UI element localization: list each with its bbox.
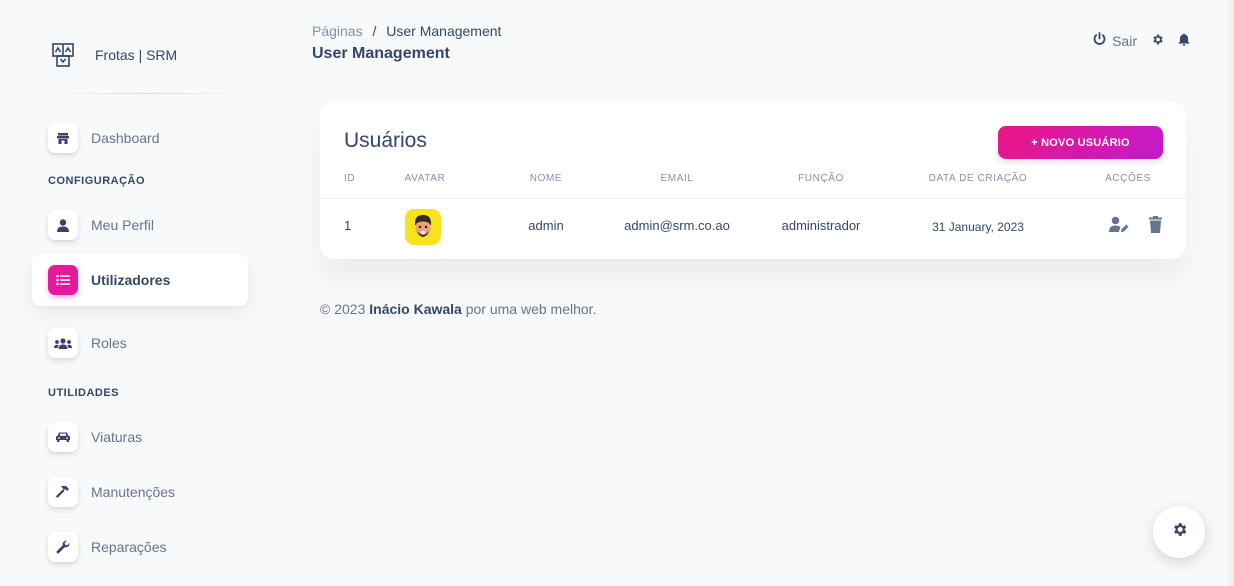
sidebar-divider (48, 93, 248, 94)
sidebar-item-label: Reparações (91, 539, 167, 555)
sidebar-item-reparacoes[interactable]: Reparações (32, 521, 248, 573)
sidebar: Frotas | SRM Dashboard CONFIGURAÇÃO Meu … (0, 0, 260, 586)
store-icon (48, 123, 78, 153)
cell-email: admin@srm.co.ao (624, 218, 730, 233)
scrollbar[interactable] (1228, 0, 1234, 586)
hammer-icon (48, 477, 78, 507)
edit-user-icon[interactable] (1109, 216, 1129, 238)
column-header-accoes: ACÇÕES (1105, 173, 1151, 184)
list-icon (48, 265, 78, 295)
sidebar-item-label: Viaturas (91, 429, 143, 445)
column-header-email: EMAIL (660, 173, 694, 184)
gear-icon[interactable] (1151, 33, 1164, 49)
brand-logo-icon (48, 40, 78, 70)
card-title: Usuários (344, 129, 427, 152)
footer: © 2023 Inácio Kawala por uma web melhor. (320, 301, 596, 317)
car-icon (48, 422, 78, 452)
column-header-id: ID (344, 173, 356, 184)
column-header-data-criacao: DATA DE CRIAÇÃO (928, 173, 1028, 184)
breadcrumb-current: User Management (386, 23, 502, 39)
logout-button[interactable]: Sair (1093, 32, 1137, 49)
sidebar-item-label: Dashboard (91, 130, 160, 146)
user-icon (48, 210, 78, 240)
column-header-nome: NOME (529, 173, 563, 184)
breadcrumb-separator: / (372, 23, 377, 39)
logout-label: Sair (1112, 32, 1137, 49)
cell-nome: admin (528, 218, 564, 233)
page-title: User Management (312, 45, 450, 62)
cell-id: 1 (344, 218, 352, 233)
power-icon (1093, 32, 1106, 49)
sidebar-item-utilizadores[interactable]: Utilizadores (32, 254, 248, 306)
brand[interactable]: Frotas | SRM (48, 40, 177, 70)
bell-icon[interactable] (1178, 33, 1190, 49)
avatar (405, 209, 441, 245)
wrench-icon (48, 532, 78, 562)
column-header-funcao: FUNÇÃO (798, 173, 844, 184)
breadcrumb-root-link[interactable]: Páginas (312, 23, 363, 39)
settings-fab-button[interactable] (1153, 506, 1205, 558)
users-icon (48, 328, 78, 358)
cell-data-criacao: 31 January, 2023 (932, 220, 1024, 234)
table-header-divider (320, 198, 1186, 199)
sidebar-item-roles[interactable]: Roles (32, 317, 248, 369)
brand-name: Frotas | SRM (95, 47, 178, 63)
footer-prefix: © 2023 (320, 301, 370, 317)
column-header-avatar: AVATAR (404, 173, 446, 184)
sidebar-item-label: Utilizadores (91, 272, 171, 288)
new-user-button[interactable]: + NOVO USUÁRIO (998, 126, 1163, 159)
sidebar-item-manutencoes[interactable]: Manutenções (32, 466, 248, 518)
section-title-configuracao: CONFIGURAÇÃO (48, 175, 146, 187)
sidebar-item-meu-perfil[interactable]: Meu Perfil (32, 199, 248, 251)
sidebar-item-label: Manutenções (91, 484, 176, 500)
trash-icon[interactable] (1149, 216, 1162, 238)
footer-suffix: por uma web melhor. (461, 301, 597, 317)
sidebar-item-label: Roles (91, 335, 127, 351)
section-title-utilidades: UTILIDADES (48, 387, 119, 399)
users-card: Usuários + NOVO USUÁRIO ID AVATAR NOME E… (320, 102, 1186, 259)
breadcrumb: Páginas / User Management (312, 23, 501, 39)
header-actions: Sair (1093, 32, 1190, 49)
sidebar-item-dashboard[interactable]: Dashboard (32, 112, 248, 164)
sidebar-item-label: Meu Perfil (91, 217, 155, 233)
sidebar-item-viaturas[interactable]: Viaturas (32, 411, 248, 463)
cell-funcao: administrador (781, 218, 861, 233)
footer-author-link[interactable]: Inácio Kawala (369, 301, 462, 317)
gear-icon (1171, 521, 1188, 543)
